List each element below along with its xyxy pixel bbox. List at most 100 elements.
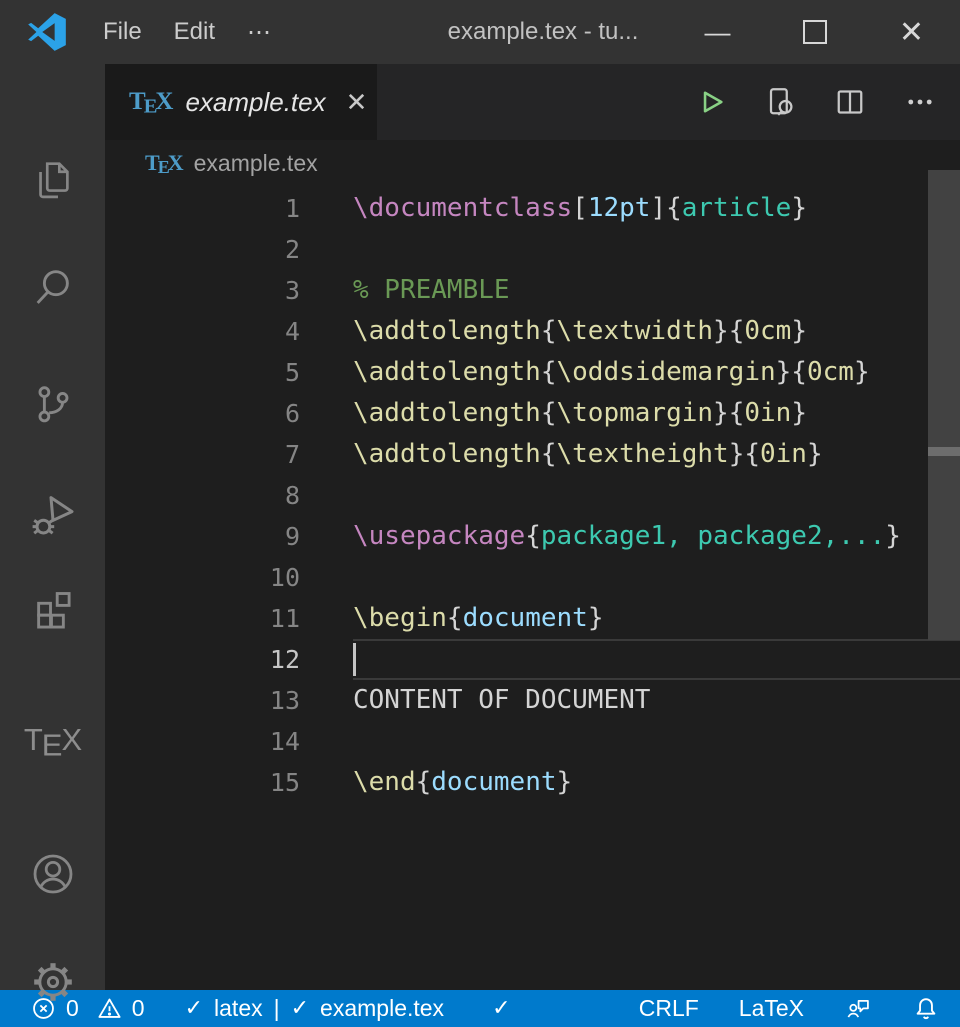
feedback-icon[interactable] (844, 995, 872, 1023)
code-line[interactable]: 10 (105, 557, 960, 598)
warning-count: 0 (132, 995, 145, 1022)
code-line[interactable]: 4 \addtolength{\textwidth}{0cm} (105, 311, 960, 352)
line-number: 12 (105, 639, 300, 680)
line-number: 8 (105, 475, 300, 516)
line-number: 6 (105, 393, 300, 434)
window-title: example.tex - tu... (287, 18, 669, 46)
menu-bar: File Edit ⋯ (87, 13, 287, 52)
view-pdf-preview-icon[interactable] (762, 84, 798, 120)
code-text: \addtolength{\textwidth}{0cm} (353, 311, 960, 352)
breadcrumb-item-file[interactable]: example.tex (194, 150, 318, 177)
vertical-scrollbar[interactable] (928, 170, 960, 640)
status-bar: 0 0 ✓ latex | ✓ example.tex ✓ CRLF LaTeX (0, 990, 960, 1027)
code-text (353, 557, 960, 598)
menu-more[interactable]: ⋯ (231, 13, 287, 52)
line-number: 2 (105, 229, 300, 270)
vscode-window: File Edit ⋯ example.tex - tu... — ✕ (0, 0, 960, 1027)
check-icon: ✓ (492, 996, 510, 1021)
line-number: 15 (105, 762, 300, 803)
maximize-icon (803, 20, 827, 44)
code-text: CONTENT OF DOCUMENT (353, 680, 960, 721)
settings-gear-icon[interactable] (0, 944, 105, 1020)
code-line[interactable]: 14 (105, 721, 960, 762)
more-actions-icon[interactable] (902, 84, 938, 120)
eol-indicator[interactable]: CRLF (639, 995, 699, 1022)
code-text: \usepackage{package1, package2,...} (353, 516, 960, 557)
linter-label: latex (214, 995, 263, 1022)
minimize-button[interactable]: — (669, 0, 766, 64)
text-cursor (353, 643, 356, 676)
tab-example-tex[interactable]: TEX example.tex ✕ (105, 64, 377, 140)
code-lines: 1 \documentclass[12pt]{article} 23 % PREAMB… (105, 188, 960, 803)
extensions-icon[interactable] (0, 572, 105, 648)
account-icon[interactable] (0, 836, 105, 912)
code-line[interactable]: 9 \usepackage{package1, package2,...} (105, 516, 960, 557)
tab-bar: TEX example.tex ✕ (105, 64, 960, 140)
code-text: \addtolength{\textheight}{0in} (353, 434, 960, 475)
menu-file[interactable]: File (87, 13, 158, 52)
code-line[interactable]: 8 (105, 475, 960, 516)
code-line[interactable]: 6 \addtolength{\topmargin}{0in} (105, 393, 960, 434)
source-control-icon[interactable] (0, 366, 105, 442)
code-line[interactable]: 15 \end{document} (105, 762, 960, 803)
check-icon: ✓ (291, 996, 309, 1021)
code-text: \begin{document} (353, 598, 960, 639)
tab-close-icon[interactable]: ✕ (340, 85, 374, 120)
code-line[interactable]: 7 \addtolength{\textheight}{0in} (105, 434, 960, 475)
line-number: 4 (105, 311, 300, 352)
build-status[interactable]: ✓ (492, 996, 510, 1021)
separator: | (274, 995, 280, 1022)
code-line[interactable]: 3 % PREAMBLE (105, 270, 960, 311)
tex-file-icon: TEX (129, 88, 171, 116)
search-icon[interactable] (0, 250, 105, 326)
code-line[interactable]: 5 \addtolength{\oddsidemargin}{0cm} (105, 352, 960, 393)
maximize-button[interactable] (766, 0, 863, 64)
line-number: 1 (105, 188, 300, 229)
code-text: \addtolength{\topmargin}{0in} (353, 393, 960, 434)
code-line[interactable]: 2 (105, 229, 960, 270)
breadcrumb: TEX example.tex (105, 140, 960, 186)
code-text: \addtolength{\oddsidemargin}{0cm} (353, 352, 960, 393)
line-number: 5 (105, 352, 300, 393)
window-controls: — ✕ (669, 0, 960, 64)
code-line[interactable]: 12 (105, 639, 960, 680)
line-number: 10 (105, 557, 300, 598)
code-text (353, 639, 960, 680)
code-text: \documentclass[12pt]{article} (353, 188, 960, 229)
vscode-logo-icon (27, 12, 67, 52)
line-number: 13 (105, 680, 300, 721)
notifications-bell-icon[interactable] (912, 995, 940, 1023)
activity-bar: TEX (0, 64, 105, 990)
split-editor-icon[interactable] (832, 84, 868, 120)
compiled-file-label: example.tex (320, 995, 444, 1022)
latex-workshop-status[interactable]: ✓ latex | ✓ example.tex (185, 995, 444, 1022)
build-latex-run-icon[interactable] (692, 84, 728, 120)
line-number: 7 (105, 434, 300, 475)
code-text: % PREAMBLE (353, 270, 960, 311)
line-number: 14 (105, 721, 300, 762)
explorer-icon[interactable] (0, 142, 105, 218)
code-line[interactable]: 11 \begin{document} (105, 598, 960, 639)
code-line[interactable]: 1 \documentclass[12pt]{article} (105, 188, 960, 229)
tab-label: example.tex (185, 87, 325, 118)
tex-file-icon: TEX (145, 150, 182, 176)
line-number: 9 (105, 516, 300, 557)
editor-actions (692, 64, 960, 140)
scrollbar-decoration (928, 447, 960, 456)
language-mode[interactable]: LaTeX (739, 995, 804, 1022)
code-text: \end{document} (353, 762, 960, 803)
code-text (353, 229, 960, 270)
code-editor[interactable]: 1 \documentclass[12pt]{article} 23 % PREAMB… (105, 186, 960, 990)
latex-workshop-icon[interactable]: TEX (0, 702, 105, 778)
check-icon: ✓ (185, 996, 203, 1021)
close-button[interactable]: ✕ (863, 0, 960, 64)
titlebar: File Edit ⋯ example.tex - tu... — ✕ (0, 0, 960, 64)
code-text (353, 721, 960, 762)
menu-edit[interactable]: Edit (158, 13, 231, 52)
line-number: 11 (105, 598, 300, 639)
run-and-debug-icon[interactable] (0, 478, 105, 554)
code-line[interactable]: 13 CONTENT OF DOCUMENT (105, 680, 960, 721)
editor-group: TEX example.tex ✕ (105, 64, 960, 990)
line-number: 3 (105, 270, 300, 311)
code-text (353, 475, 960, 516)
